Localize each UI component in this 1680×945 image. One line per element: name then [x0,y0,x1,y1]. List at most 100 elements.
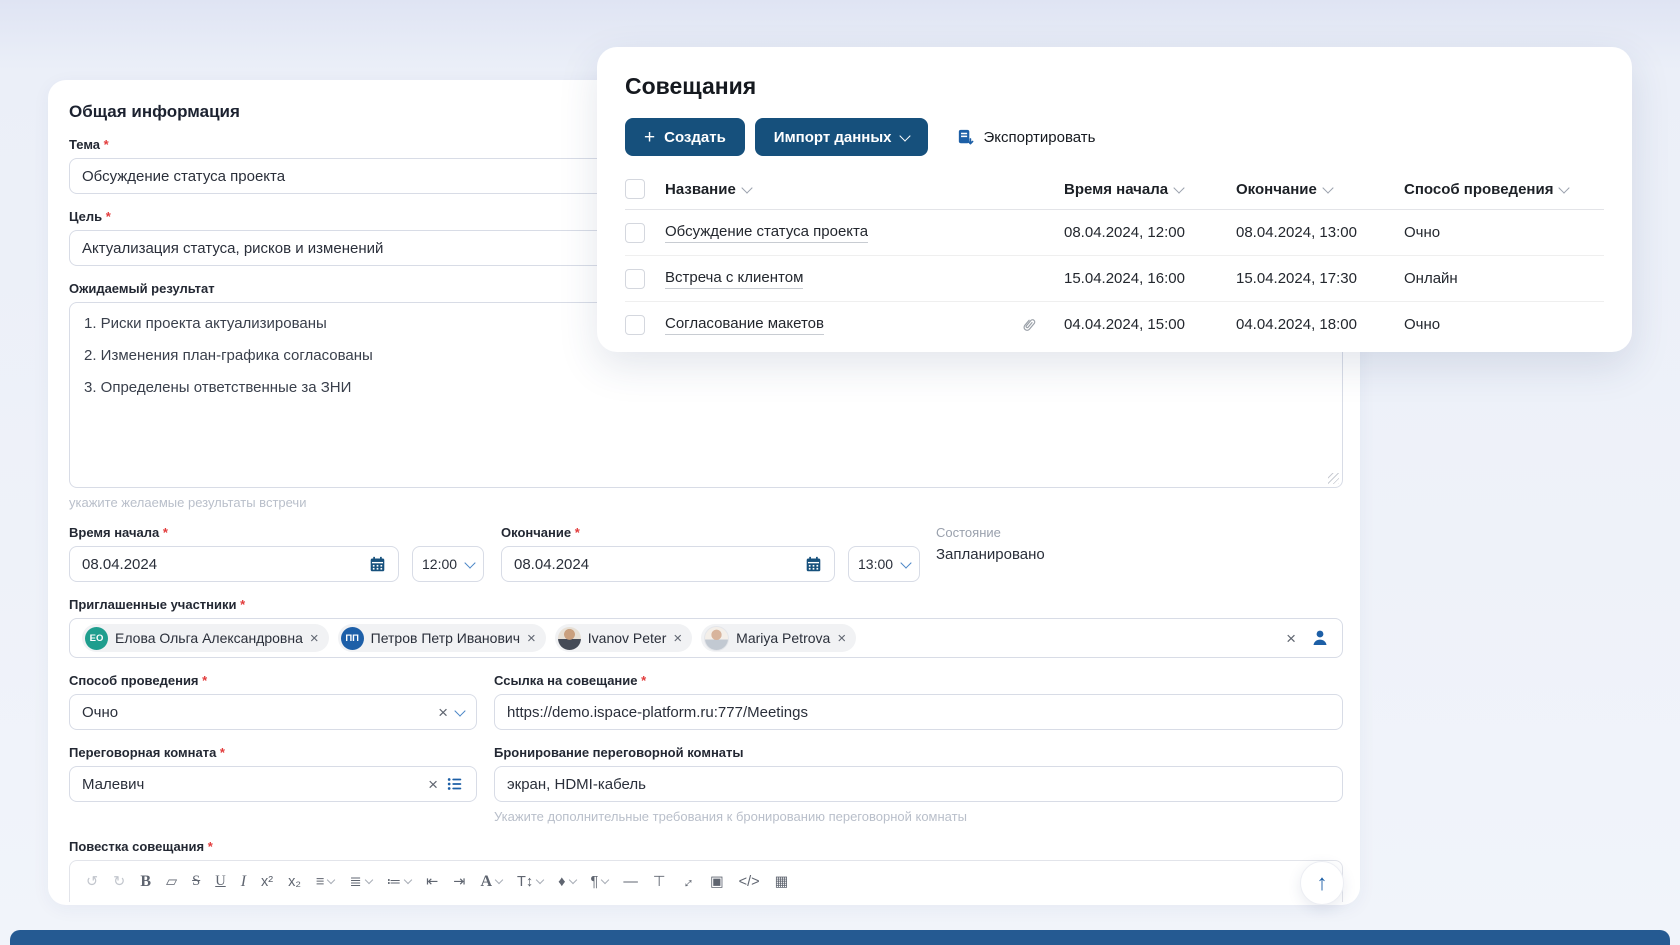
agenda-label: Повестка совещания [69,839,1343,854]
avatar: ПП [340,626,364,650]
column-header-end[interactable]: Окончание [1236,181,1404,198]
end-time-value: 13:00 [858,556,894,572]
create-button[interactable]: + Создать [625,118,745,156]
row-checkbox[interactable] [625,268,645,289]
toolbar-icon-table[interactable]: ▦ [775,874,789,890]
status-label: Состояние [936,525,1001,540]
toolbar-icon-paragraph[interactable]: ¶ [591,874,610,890]
status-block: Состояние Запланировано [936,510,1045,563]
status-value: Запланировано [936,546,1045,563]
clear-room-icon[interactable]: × [428,776,438,793]
column-header-start[interactable]: Время начала [1064,181,1236,198]
booking-field[interactable] [494,766,1343,802]
calendar-icon[interactable] [369,556,386,573]
start-time-label: Время начала [69,525,484,540]
toolbar-icon-italic[interactable]: I [241,873,246,891]
add-person-icon[interactable] [1310,628,1330,648]
toolbar-icon-font-size[interactable]: T↕ [517,874,545,890]
expected-result-hint: укажите желаемые результаты встречи [69,495,307,510]
toolbar-icon-bold[interactable]: B [140,873,151,891]
participant-name: Елова Ольга Александровна [115,630,303,646]
room-list-icon[interactable] [446,775,464,793]
chevron-down-icon [464,556,476,569]
method-select[interactable]: Очно × [69,694,477,730]
clear-participants-icon[interactable]: × [1286,630,1296,647]
avatar: ЕО [85,626,108,650]
room-label: Переговорная комната [69,745,477,760]
toolbar-icon-numbered-list[interactable]: ≔ [387,874,413,890]
participants-field[interactable]: ЕО Елова Ольга Александровна × ПП Петров… [69,618,1343,658]
toolbar-icon-underline[interactable]: U [215,873,225,890]
column-header-name[interactable]: Название [665,181,1064,198]
link-label: Ссылка на совещание [494,673,1343,688]
participant-name: Ivanov Peter [587,630,667,646]
toolbar-icon-bullet-list[interactable]: ≣ [349,874,373,890]
row-checkbox[interactable] [625,314,645,335]
import-button[interactable]: Импорт данных [754,118,928,156]
participant-chip[interactable]: ЕО Елова Ольга Александровна × [82,624,329,652]
participant-chip[interactable]: Mariya Petrova × [701,624,857,652]
meetings-table: Название Время начала Окончание Способ п… [625,169,1604,347]
chevron-down-icon [898,129,911,142]
end-time-select[interactable]: 13:00 [848,546,920,582]
chevron-down-icon [454,704,466,717]
room-value: Малевич [82,775,145,793]
meeting-link[interactable]: Встреча с клиентом [665,269,804,289]
method-cell: Очно [1404,316,1441,333]
toolbar-icon-redo[interactable]: ↻ [113,874,125,890]
start-time-select[interactable]: 12:00 [412,546,484,582]
participant-chip[interactable]: ПП Петров Петр Иванович × [337,624,546,652]
start-date-field[interactable] [69,546,399,582]
participant-chip[interactable]: Ivanov Peter × [554,624,693,652]
textarea-resize-handle[interactable] [1328,473,1339,484]
toolbar-icon-code[interactable]: </> [739,874,760,890]
room-select[interactable]: Малевич × [69,766,477,802]
scroll-to-top-button[interactable]: ↑ [1300,861,1344,905]
remove-participant-icon[interactable]: × [310,631,319,646]
toolbar-icon-horizontal-rule[interactable]: — [623,874,638,890]
toolbar-icon-font-color[interactable]: A [480,873,504,891]
toolbar-icon-indent[interactable]: ⇥ [453,874,465,890]
remove-participant-icon[interactable]: × [527,631,536,646]
toolbar-icon-fullscreen[interactable]: ↔ [677,871,699,893]
bottom-panel-edge [10,930,1670,945]
start-cell: 15.04.2024, 16:00 [1064,270,1185,287]
sort-icon [1173,181,1185,194]
remove-participant-icon[interactable]: × [837,631,846,646]
toolbar-icon-undo[interactable]: ↺ [86,874,98,890]
start-date-input[interactable] [82,555,361,573]
end-date-input[interactable] [514,555,797,573]
remove-participant-icon[interactable]: × [673,631,682,646]
avatar [557,626,581,650]
toolbar-icon-clear-format[interactable]: ⊤ [653,874,666,890]
export-button[interactable]: Экспортировать [946,118,1106,156]
method-cell: Онлайн [1404,270,1458,287]
method-cell: Очно [1404,224,1441,241]
meetings-panel: Совещания + Создать Импорт данных Экспор… [597,47,1632,352]
toolbar-icon-image[interactable]: ▣ [710,874,724,890]
end-date-field[interactable] [501,546,835,582]
toolbar-icon-ink-color[interactable]: ♦ [558,874,577,890]
clear-method-icon[interactable]: × [438,704,448,721]
sort-icon [741,181,753,194]
toolbar-icon-eraser[interactable]: ▱ [166,874,177,890]
toolbar-icon-strikethrough[interactable]: S [192,873,200,890]
start-time-value: 12:00 [422,556,458,572]
link-field[interactable] [494,694,1343,730]
booking-input[interactable] [507,775,1330,793]
link-input[interactable] [507,703,1330,721]
row-checkbox[interactable] [625,222,645,243]
meeting-link[interactable]: Обсуждение статуса проекта [665,223,869,243]
meeting-link[interactable]: Согласование макетов [665,315,824,335]
arrow-up-icon: ↑ [1316,870,1328,895]
toolbar-icon-subscript[interactable]: x₂ [288,874,301,890]
start-cell: 04.04.2024, 15:00 [1064,316,1185,333]
toolbar-icon-align[interactable]: ≡ [316,874,336,890]
column-header-method[interactable]: Способ проведения [1404,181,1604,198]
calendar-icon[interactable] [805,556,822,573]
select-all-checkbox[interactable] [625,179,645,199]
toolbar-icon-outdent[interactable]: ⇤ [426,874,438,890]
paperclip-icon [1020,316,1038,334]
end-cell: 15.04.2024, 17:30 [1236,270,1357,287]
toolbar-icon-superscript[interactable]: x² [261,874,273,890]
